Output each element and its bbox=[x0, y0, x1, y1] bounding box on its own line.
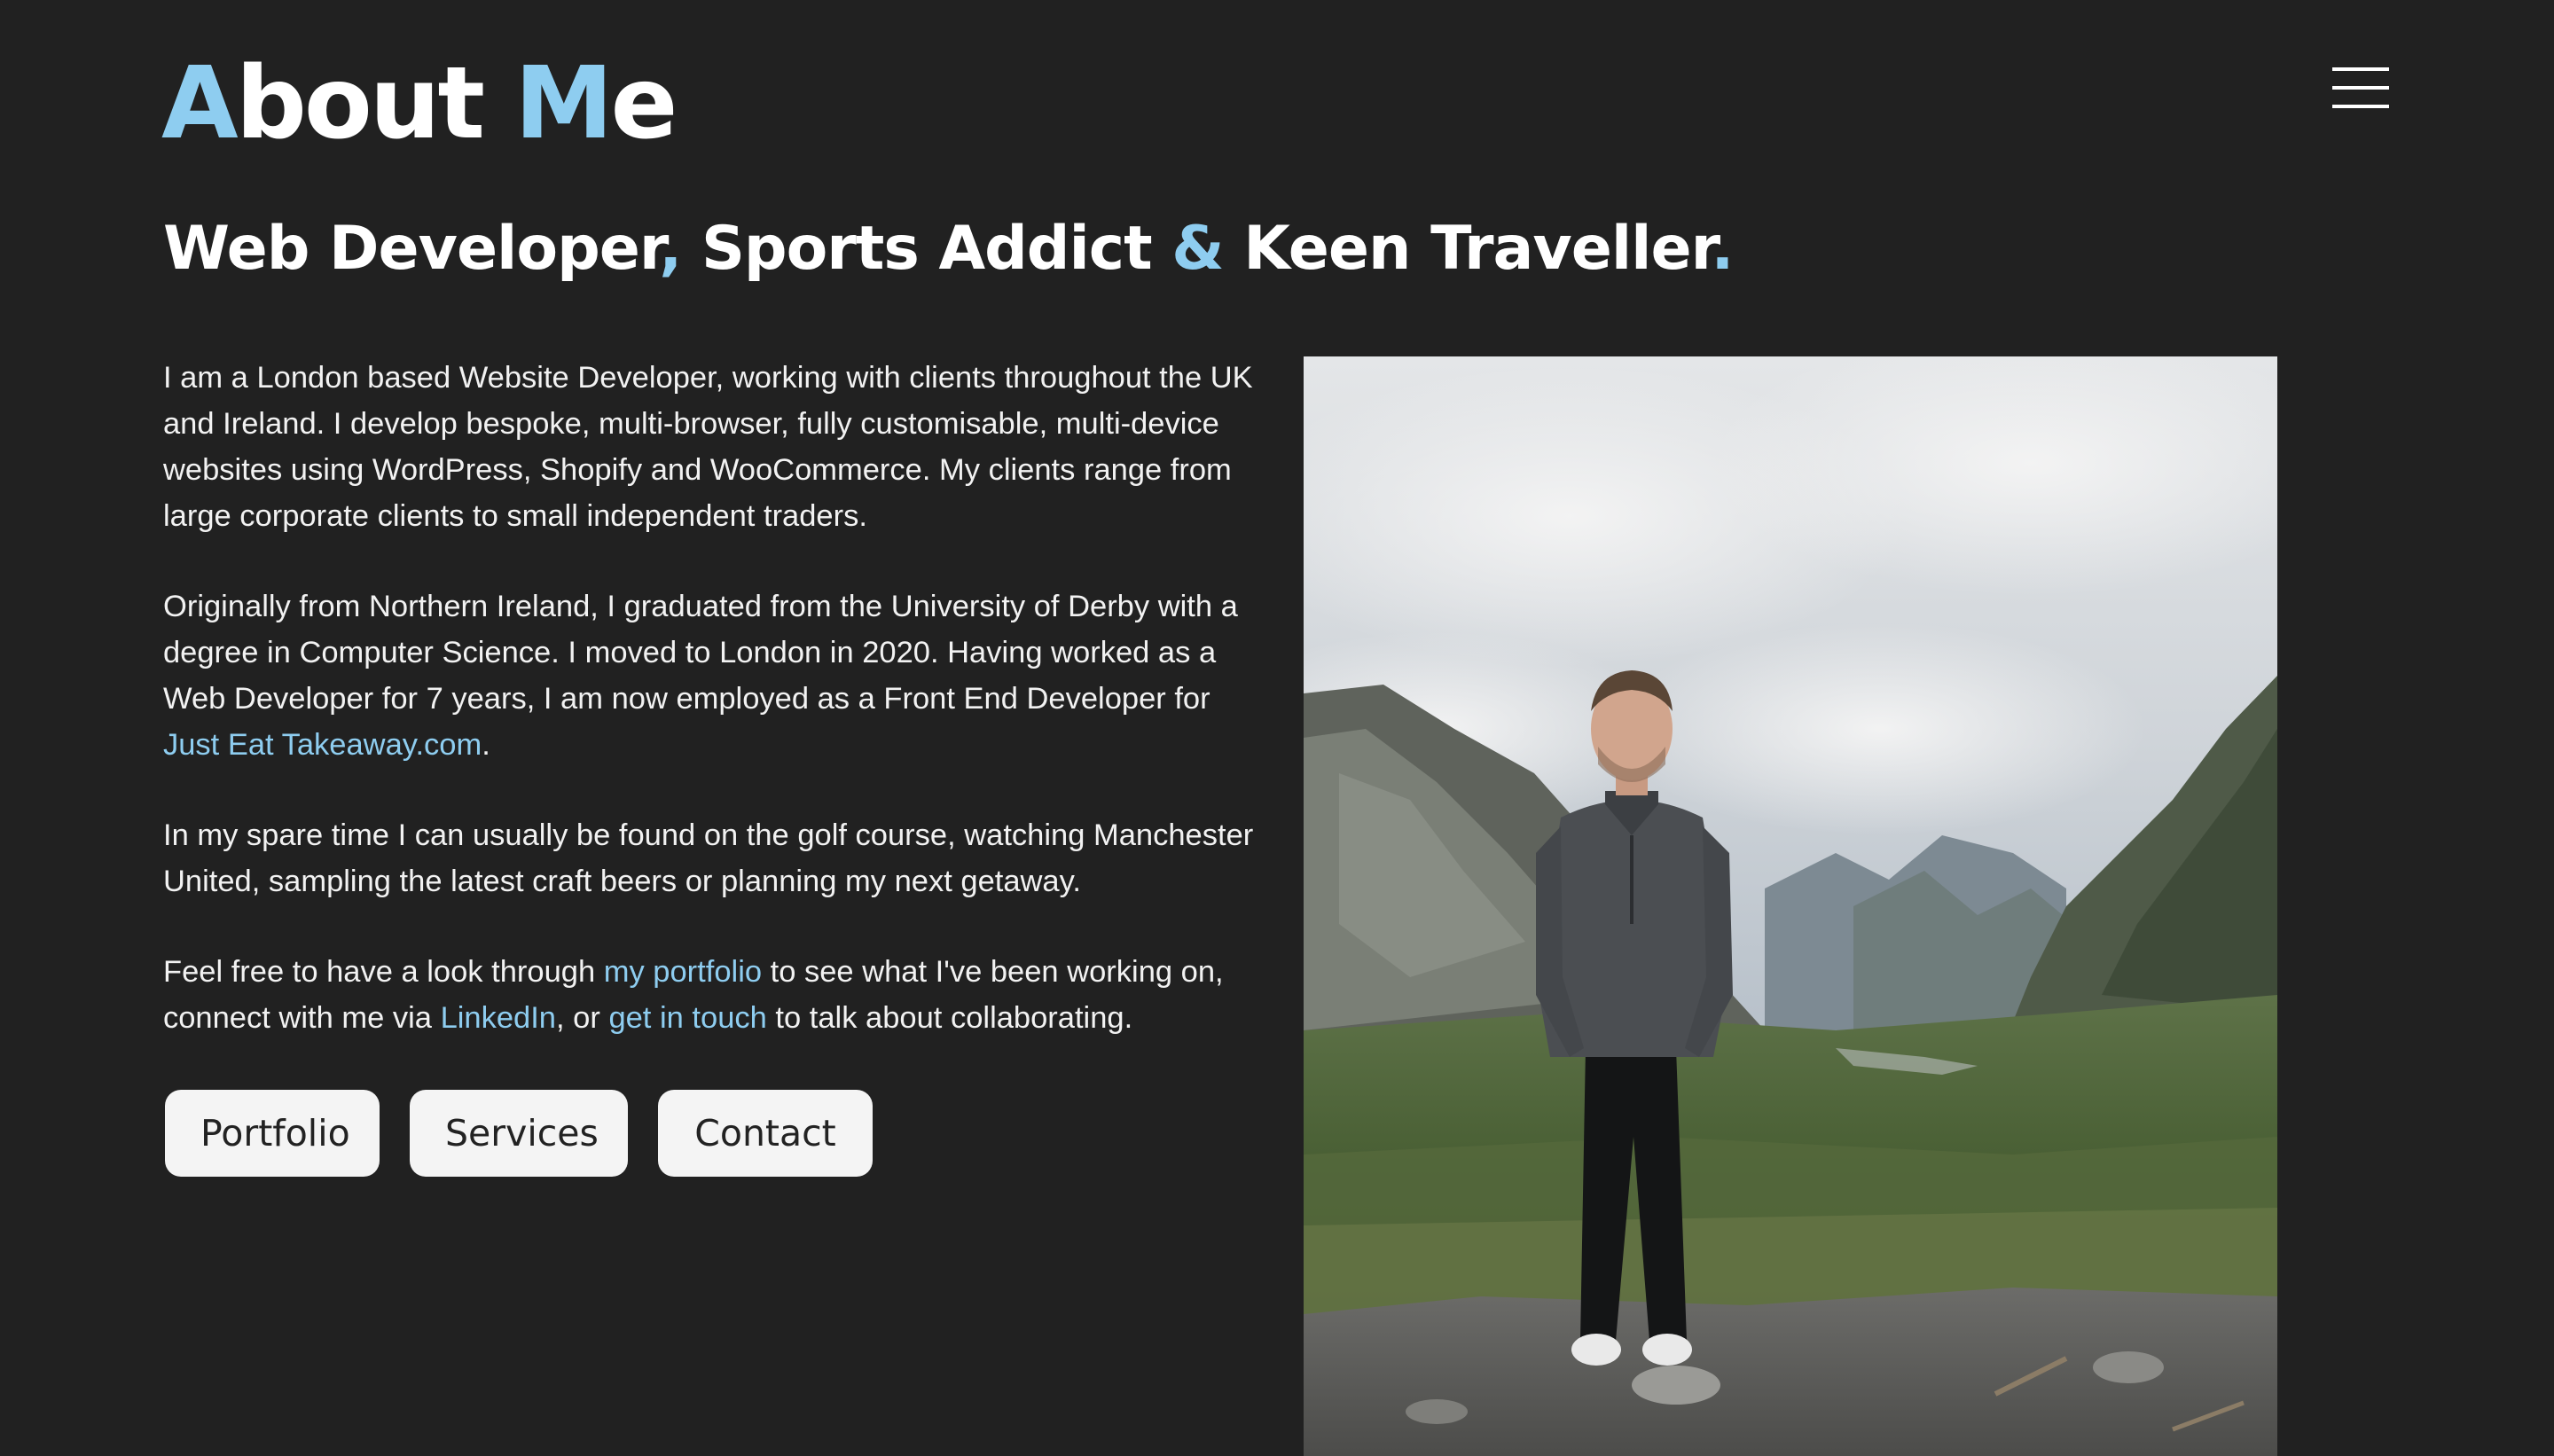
menu-bar-middle bbox=[2332, 86, 2389, 90]
bio-paragraph-3: In my spare time I can usually be found … bbox=[163, 818, 1254, 898]
tagline-ampersand: & bbox=[1171, 214, 1224, 284]
services-button[interactable]: Services bbox=[410, 1090, 628, 1177]
tagline-keen-traveller: Keen Traveller bbox=[1223, 214, 1712, 284]
title-text-e: e bbox=[610, 46, 678, 161]
bio-p2-end: . bbox=[482, 728, 490, 762]
action-buttons: Portfolio Services Contact bbox=[165, 1090, 873, 1177]
hamburger-menu-icon[interactable] bbox=[2332, 67, 2389, 112]
tagline: Web Developer, Sports Addict & Keen Trav… bbox=[163, 209, 1734, 289]
bio-p4-text-c: , or bbox=[556, 1001, 609, 1035]
bio-section: I am a London based Website Developer, w… bbox=[163, 355, 1272, 1085]
page-title: About Me bbox=[161, 46, 678, 161]
bio-paragraph-1: I am a London based Website Developer, w… bbox=[163, 361, 1253, 533]
tagline-comma: , bbox=[659, 214, 682, 284]
menu-bar-top bbox=[2332, 67, 2389, 71]
bio-p4-text-a: Feel free to have a look through bbox=[163, 955, 604, 989]
portfolio-button[interactable]: Portfolio bbox=[165, 1090, 380, 1177]
contact-button[interactable]: Contact bbox=[658, 1090, 873, 1177]
tagline-period: . bbox=[1711, 214, 1734, 284]
bio-p4-text-d: to talk about collaborating. bbox=[766, 1001, 1133, 1035]
profile-photo bbox=[1304, 356, 2277, 1456]
portfolio-link[interactable]: my portfolio bbox=[604, 955, 762, 989]
title-text-bout: bout bbox=[235, 46, 515, 161]
tagline-web-developer: Web Developer bbox=[163, 214, 660, 284]
bio-p2-text: Originally from Northern Ireland, I grad… bbox=[163, 590, 1238, 716]
tagline-sports-addict: Sports Addict bbox=[681, 214, 1172, 284]
title-accent-a: A bbox=[161, 46, 239, 161]
linkedin-link[interactable]: LinkedIn bbox=[441, 1001, 556, 1035]
just-eat-link[interactable]: Just Eat Takeaway.com bbox=[163, 728, 482, 762]
bio-paragraph-4: Feel free to have a look through my port… bbox=[163, 949, 1272, 1041]
bio-paragraph-2: Originally from Northern Ireland, I grad… bbox=[163, 583, 1272, 768]
profile-photo-illustration bbox=[1304, 356, 2277, 1456]
title-accent-m: M bbox=[514, 46, 613, 161]
menu-bar-bottom bbox=[2332, 105, 2389, 108]
get-in-touch-link[interactable]: get in touch bbox=[608, 1001, 766, 1035]
